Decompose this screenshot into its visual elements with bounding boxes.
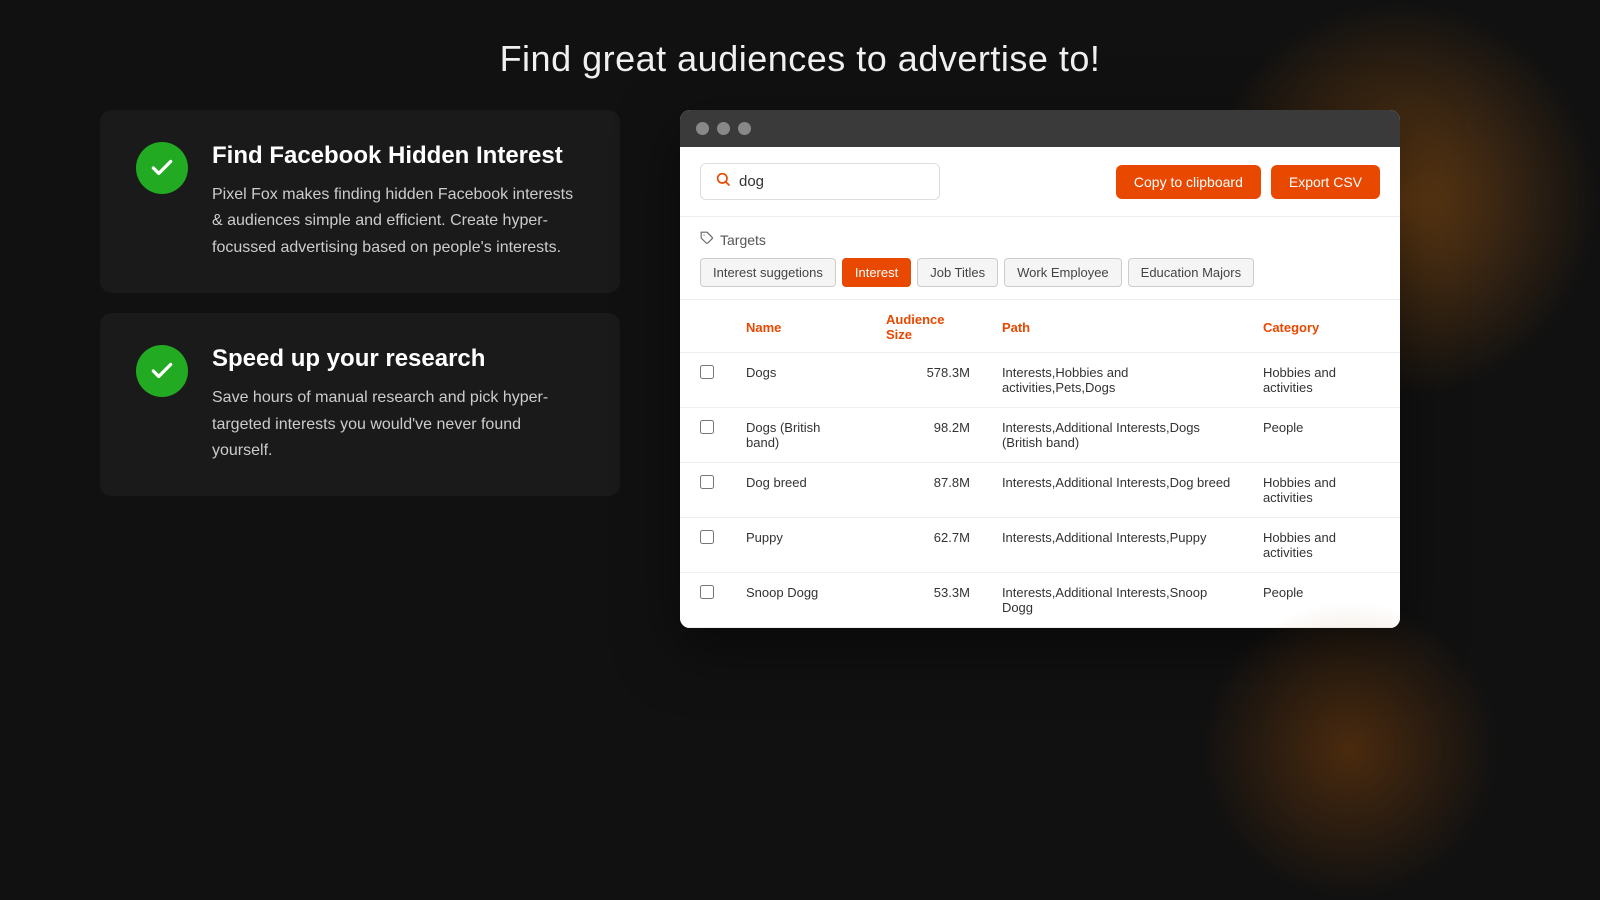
row-checkbox-3[interactable] [700, 475, 714, 489]
row-category-5: People [1247, 573, 1400, 628]
window-dot-2 [717, 122, 730, 135]
row-size-4: 62.7M [870, 518, 986, 573]
copy-to-clipboard-button[interactable]: Copy to clipboard [1116, 165, 1261, 199]
row-checkbox-cell-1[interactable] [680, 353, 730, 408]
row-path-1: Interests,Hobbies and activities,Pets,Do… [986, 353, 1247, 408]
tab-interest[interactable]: Interest [842, 258, 911, 287]
check-icon-1 [136, 142, 188, 194]
filter-tabs: Interest suggetions Interest Job Titles … [700, 258, 1380, 287]
row-name-2: Dogs (British band) [730, 408, 870, 463]
row-name-5: Snoop Dogg [730, 573, 870, 628]
table-body: Dogs 578.3M Interests,Hobbies and activi… [680, 353, 1400, 628]
table-header: Name Audience Size Path Category [680, 300, 1400, 353]
tab-work-employee[interactable]: Work Employee [1004, 258, 1122, 287]
row-checkbox-2[interactable] [700, 420, 714, 434]
feature-heading-1: Find Facebook Hidden Interest [212, 142, 584, 170]
feature-desc-1: Pixel Fox makes finding hidden Facebook … [212, 182, 584, 261]
row-path-3: Interests,Additional Interests,Dog breed [986, 463, 1247, 518]
row-path-4: Interests,Additional Interests,Puppy [986, 518, 1247, 573]
targets-section: Targets Interest suggetions Interest Job… [680, 217, 1400, 300]
th-name: Name [730, 300, 870, 353]
table-row: Dog breed 87.8M Interests,Additional Int… [680, 463, 1400, 518]
row-category-3: Hobbies and activities [1247, 463, 1400, 518]
table-row: Puppy 62.7M Interests,Additional Interes… [680, 518, 1400, 573]
tag-icon [700, 231, 714, 248]
left-side: Find Facebook Hidden Interest Pixel Fox … [100, 110, 620, 496]
row-size-1: 578.3M [870, 353, 986, 408]
row-size-2: 98.2M [870, 408, 986, 463]
row-name-1: Dogs [730, 353, 870, 408]
page-header: Find great audiences to advertise to! [0, 0, 1600, 110]
targets-label: Targets [700, 231, 1380, 248]
targets-text: Targets [720, 232, 766, 248]
th-checkbox [680, 300, 730, 353]
table-row: Snoop Dogg 53.3M Interests,Additional In… [680, 573, 1400, 628]
row-name-3: Dog breed [730, 463, 870, 518]
window-titlebar [680, 110, 1400, 147]
row-category-2: People [1247, 408, 1400, 463]
btn-group: Copy to clipboard Export CSV [1116, 165, 1380, 199]
row-category-4: Hobbies and activities [1247, 518, 1400, 573]
row-checkbox-1[interactable] [700, 365, 714, 379]
check-icon-2 [136, 345, 188, 397]
tab-interest-suggestions[interactable]: Interest suggetions [700, 258, 836, 287]
app-window: dog Copy to clipboard Export CSV [680, 110, 1400, 628]
export-csv-button[interactable]: Export CSV [1271, 165, 1380, 199]
row-checkbox-cell-2[interactable] [680, 408, 730, 463]
window-dot-3 [738, 122, 751, 135]
row-checkbox-5[interactable] [700, 585, 714, 599]
page-wrapper: Find great audiences to advertise to! Fi… [0, 0, 1600, 900]
row-path-2: Interests,Additional Interests,Dogs (Bri… [986, 408, 1247, 463]
app-body: dog Copy to clipboard Export CSV [680, 147, 1400, 628]
th-path: Path [986, 300, 1247, 353]
main-content: Find Facebook Hidden Interest Pixel Fox … [0, 110, 1600, 628]
row-name-4: Puppy [730, 518, 870, 573]
tab-education-majors[interactable]: Education Majors [1128, 258, 1254, 287]
feature-text-1: Find Facebook Hidden Interest Pixel Fox … [212, 142, 584, 261]
window-dot-1 [696, 122, 709, 135]
feature-text-2: Speed up your research Save hours of man… [212, 345, 584, 464]
search-icon [715, 171, 731, 192]
feature-card-1: Find Facebook Hidden Interest Pixel Fox … [100, 110, 620, 293]
search-value: dog [739, 173, 764, 190]
row-checkbox-4[interactable] [700, 530, 714, 544]
table-row: Dogs (British band) 98.2M Interests,Addi… [680, 408, 1400, 463]
row-size-3: 87.8M [870, 463, 986, 518]
search-input-wrap[interactable]: dog [700, 163, 940, 200]
row-checkbox-cell-4[interactable] [680, 518, 730, 573]
row-checkbox-cell-5[interactable] [680, 573, 730, 628]
tab-job-titles[interactable]: Job Titles [917, 258, 998, 287]
row-category-1: Hobbies and activities [1247, 353, 1400, 408]
th-category: Category [1247, 300, 1400, 353]
row-checkbox-cell-3[interactable] [680, 463, 730, 518]
feature-card-2: Speed up your research Save hours of man… [100, 313, 620, 496]
page-title: Find great audiences to advertise to! [0, 38, 1600, 80]
feature-desc-2: Save hours of manual research and pick h… [212, 385, 584, 464]
row-path-5: Interests,Additional Interests,Snoop Dog… [986, 573, 1247, 628]
data-table: Name Audience Size Path Category Dog [680, 300, 1400, 628]
row-size-5: 53.3M [870, 573, 986, 628]
feature-heading-2: Speed up your research [212, 345, 584, 373]
search-bar-area: dog Copy to clipboard Export CSV [680, 147, 1400, 217]
table-row: Dogs 578.3M Interests,Hobbies and activi… [680, 353, 1400, 408]
th-audience-size: Audience Size [870, 300, 986, 353]
